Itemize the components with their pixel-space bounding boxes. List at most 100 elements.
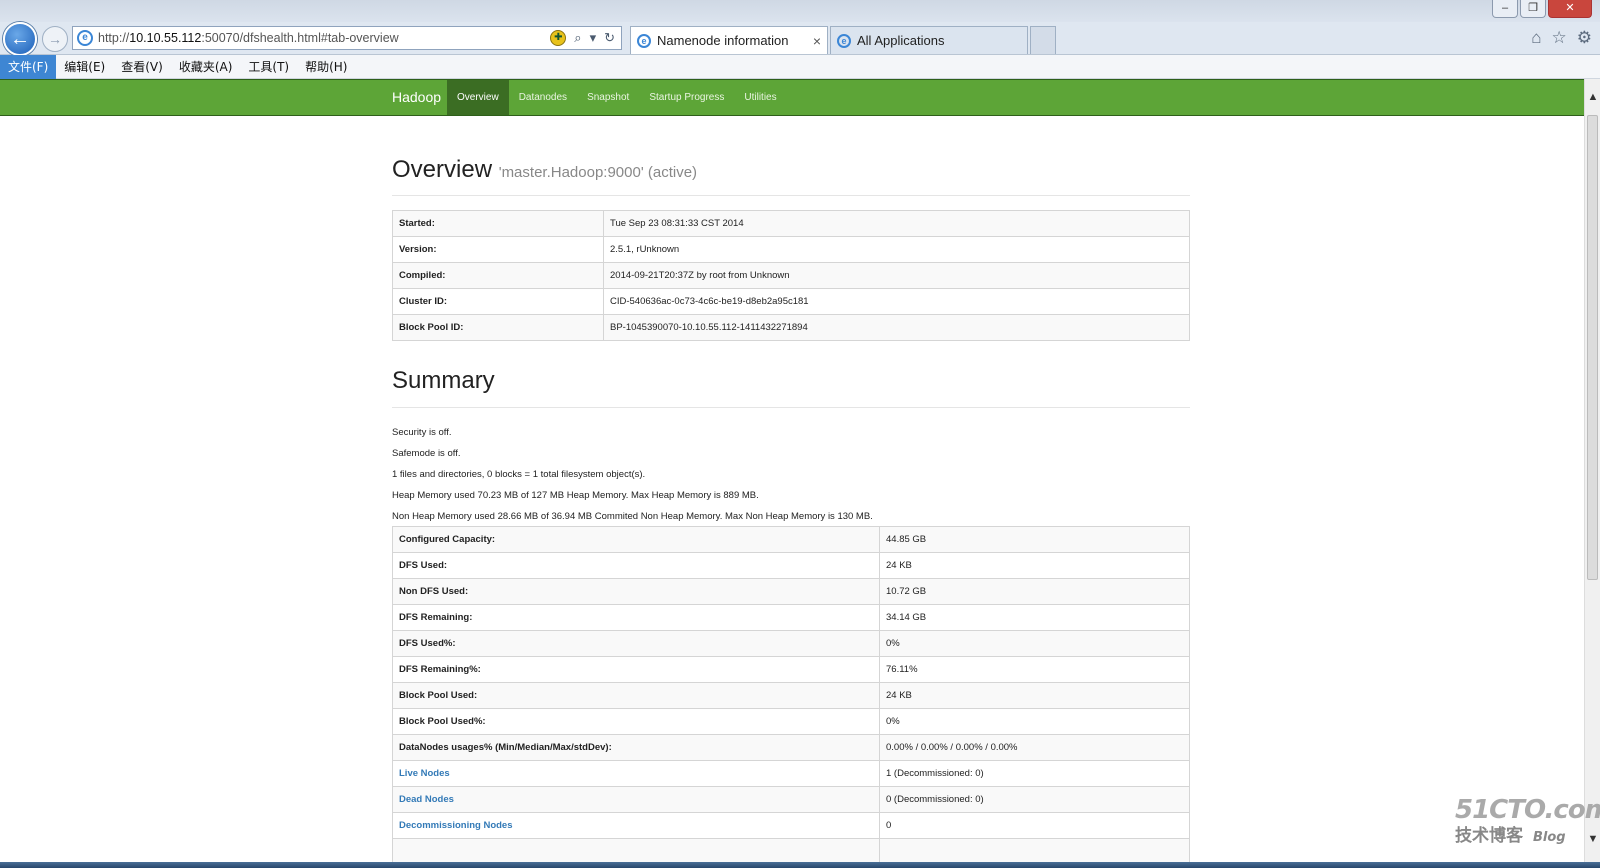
overview-divider [392, 195, 1190, 196]
home-icon[interactable]: ⌂ [1531, 28, 1541, 48]
row-value: 2.5.1, rUnknown [603, 236, 1190, 263]
table-row: DataNodes usages% (Min/Median/Max/stdDev… [392, 734, 1190, 761]
ie-icon: e [837, 33, 851, 48]
row-value: 0 [879, 812, 1190, 839]
window-controls: – ❐ ✕ [1492, 0, 1592, 18]
nav-datanodes[interactable]: Datanodes [509, 80, 577, 115]
address-prefix: http:// [98, 31, 130, 45]
row-value: 0.00% / 0.00% / 0.00% / 0.00% [879, 734, 1190, 761]
refresh-icon[interactable]: ↻ [604, 30, 615, 46]
row-value: 34.14 GB [879, 604, 1190, 631]
hadoop-navbar: Hadoop Overview Datanodes Snapshot Start… [0, 79, 1584, 116]
summary-title: Summary [392, 367, 495, 394]
row-value: 0% [879, 630, 1190, 657]
overview-subtitle: 'master.Hadoop:9000' (active) [498, 164, 698, 181]
nav-snapshot[interactable]: Snapshot [577, 80, 639, 115]
table-row: Live Nodes 1 (Decommissioned: 0) [392, 760, 1190, 787]
row-key: Compiled: [392, 262, 604, 289]
menu-favorites[interactable]: 收藏夹(A) [171, 55, 241, 79]
taskbar [0, 862, 1600, 868]
minimize-button[interactable]: – [1492, 0, 1518, 18]
title-bar [0, 0, 1600, 22]
menu-edit[interactable]: 编辑(E) [56, 55, 113, 79]
watermark-logo: 51CTO.com 技术博客 Blog [1455, 795, 1600, 846]
row-value: 76.11% [879, 656, 1190, 683]
table-row: Block Pool Used%: 0% [392, 708, 1190, 735]
menu-file[interactable]: 文件(F) [0, 54, 57, 79]
row-value: 24 KB [879, 682, 1190, 709]
nav-utilities[interactable]: Utilities [734, 80, 786, 115]
tab-namenode-information[interactable]: e Namenode information × [630, 26, 828, 54]
row-value: 0% [879, 708, 1190, 735]
summary-line: 1 files and directories, 0 blocks = 1 to… [392, 469, 646, 480]
table-row: DFS Used: 24 KB [392, 552, 1190, 579]
row-key: DFS Used: [392, 552, 880, 579]
summary-line: Non Heap Memory used 28.66 MB of 36.94 M… [392, 511, 873, 522]
row-value: 0 (Decommissioned: 0) [879, 786, 1190, 813]
nav-startup-progress[interactable]: Startup Progress [639, 80, 734, 115]
watermark-small-text: 技术博客 [1455, 826, 1523, 846]
back-button[interactable]: ← [3, 22, 37, 56]
row-key: Non DFS Used: [392, 578, 880, 605]
summary-table: Configured Capacity: 44.85 GB DFS Used: 24… [392, 526, 1190, 862]
new-tab-button[interactable] [1030, 26, 1056, 54]
gear-icon[interactable]: ⚙ [1577, 28, 1592, 48]
overview-heading: Overview 'master.Hadoop:9000' (active) [392, 156, 697, 184]
scroll-up-icon[interactable]: ▲ [1585, 89, 1600, 105]
watermark-blog: Blog [1533, 830, 1566, 845]
row-key: Version: [392, 236, 604, 263]
address-bar[interactable]: e http:// 10.10.55.112 :50070/dfshealth.… [72, 26, 622, 50]
table-row: Configured Capacity: 44.85 GB [392, 526, 1190, 553]
page-viewport: Hadoop Overview Datanodes Snapshot Start… [0, 79, 1584, 862]
restore-button[interactable]: ❐ [1520, 0, 1546, 18]
menu-help[interactable]: 帮助(H) [297, 55, 355, 79]
address-host: 10.10.55.112 [129, 31, 202, 45]
menu-view[interactable]: 查看(V) [113, 55, 171, 79]
table-row: DFS Used%: 0% [392, 630, 1190, 657]
nav-overview[interactable]: Overview [447, 80, 509, 115]
table-row [392, 838, 1190, 862]
row-key: Configured Capacity: [392, 526, 880, 553]
dead-nodes-link[interactable]: Dead Nodes [392, 786, 880, 813]
row-key: Cluster ID: [392, 288, 604, 315]
live-nodes-link[interactable]: Live Nodes [392, 760, 880, 787]
scrollbar-thumb[interactable] [1587, 115, 1598, 580]
close-tab-icon[interactable]: × [813, 33, 821, 49]
decommissioning-nodes-link[interactable]: Decommissioning Nodes [392, 812, 880, 839]
overview-title: Overview [392, 156, 493, 183]
menu-bar: 文件(F) 编辑(E) 查看(V) 收藏夹(A) 工具(T) 帮助(H) [0, 54, 1600, 79]
row-value: Tue Sep 23 08:31:33 CST 2014 [603, 210, 1190, 237]
row-value: CID-540636ac-0c73-4c6c-be19-d8eb2a95c181 [603, 288, 1190, 315]
navbar-brand[interactable]: Hadoop [392, 80, 441, 115]
row-value: 44.85 GB [879, 526, 1190, 553]
table-row: Non DFS Used: 10.72 GB [392, 578, 1190, 605]
summary-line: Safemode is off. [392, 448, 461, 459]
row-key: DFS Remaining%: [392, 656, 880, 683]
forward-button[interactable]: → [42, 26, 68, 52]
summary-lines: Security is off. Safemode is off. 1 file… [392, 422, 873, 527]
table-row: Version: 2.5.1, rUnknown [392, 236, 1190, 263]
row-key: Started: [392, 210, 604, 237]
search-icon[interactable]: ⌕ [574, 30, 581, 46]
table-row: Block Pool ID: BP-1045390070-10.10.55.112… [392, 314, 1190, 341]
table-row: Cluster ID: CID-540636ac-0c73-4c6c-be19-d… [392, 288, 1190, 315]
summary-line: Security is off. [392, 427, 452, 438]
vertical-scrollbar[interactable]: ▲ ▼ [1584, 79, 1600, 862]
row-key: DFS Remaining: [392, 604, 880, 631]
row-key: DFS Used%: [392, 630, 880, 657]
tab-all-applications[interactable]: e All Applications [830, 26, 1028, 54]
menu-tools[interactable]: 工具(T) [240, 55, 297, 79]
address-rest: :50070/dfshealth.html#tab-overview [201, 31, 399, 45]
close-window-button[interactable]: ✕ [1548, 0, 1592, 18]
row-key: Block Pool Used%: [392, 708, 880, 735]
row-key: Block Pool ID: [392, 314, 604, 341]
row-value: BP-1045390070-10.10.55.112-1411432271894 [603, 314, 1190, 341]
table-row: Decommissioning Nodes 0 [392, 812, 1190, 839]
chevron-down-icon[interactable]: ▾ [590, 30, 597, 46]
row-key: DataNodes usages% (Min/Median/Max/stdDev… [392, 734, 880, 761]
favorites-star-icon[interactable]: ☆ [1552, 28, 1567, 48]
row-value: 2014-09-21T20:37Z by root from Unknown [603, 262, 1190, 289]
table-row: Started: Tue Sep 23 08:31:33 CST 2014 [392, 210, 1190, 237]
browser-right-icons: ⌂ ☆ ⚙ [1531, 28, 1592, 48]
compatibility-icon[interactable]: ✚ [550, 30, 567, 46]
